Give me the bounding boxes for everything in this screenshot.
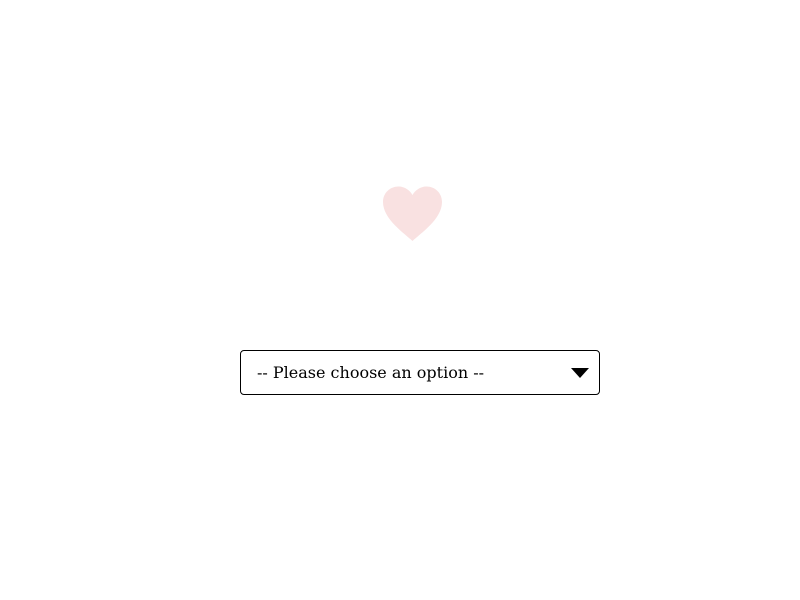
- option-dropdown[interactable]: -- Please choose an option --: [240, 350, 600, 395]
- heart-icon: [383, 186, 442, 241]
- caret-down-icon: [571, 368, 589, 378]
- page: -- Please choose an option --: [0, 0, 800, 600]
- dropdown-selected-label: -- Please choose an option --: [257, 363, 485, 382]
